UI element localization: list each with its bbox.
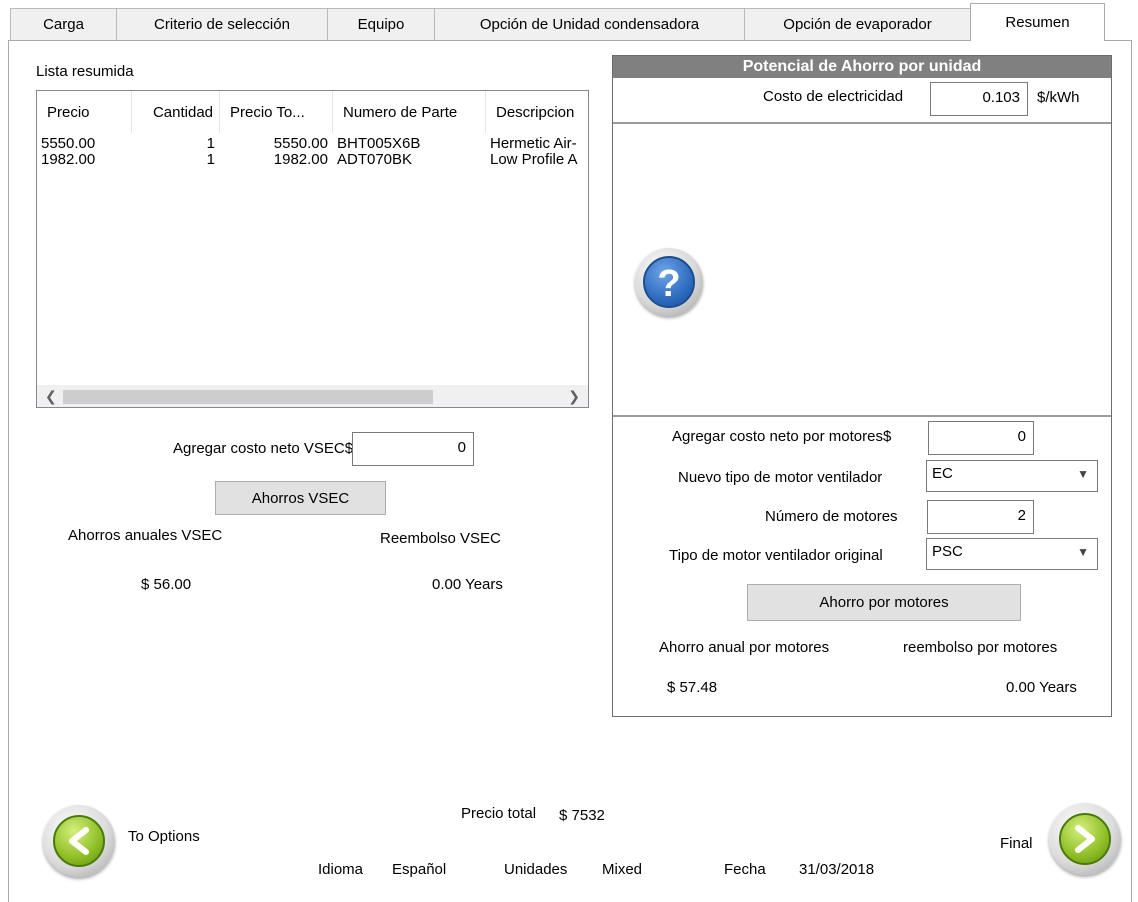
cell-cantidad: 1 — [206, 152, 215, 168]
next-button-face — [1059, 813, 1111, 865]
tab-equipo[interactable]: Equipo — [327, 8, 435, 40]
cell-precio-total: 5550.00 — [273, 136, 328, 152]
new-motor-type-select[interactable]: EC ▼ — [926, 460, 1098, 492]
table-row[interactable]: 5550.00 1 5550.00 BHT005X6B Hermetic Air… — [37, 136, 588, 152]
next-button-label[interactable]: Final — [1000, 835, 1033, 852]
divider — [613, 122, 1111, 124]
vsec-annual-savings-label: Ahorros anuales VSEC — [68, 527, 223, 544]
cell-precio-total: 1982.00 — [273, 152, 328, 168]
total-price-value: $ 7532 — [559, 807, 605, 824]
language-value: Español — [392, 861, 447, 878]
help-question-icon[interactable]: ? — [635, 248, 703, 316]
list-header: Precio Cantidad Precio To... Numero de P… — [37, 91, 588, 133]
column-header-cantidad[interactable]: Cantidad — [132, 91, 220, 133]
cell-precio: 1982.00 — [41, 152, 96, 168]
units-label: Unidades — [504, 861, 568, 878]
electricity-unit-label: $/kWh — [1037, 89, 1080, 106]
arrow-left-icon — [69, 827, 89, 855]
tab-strip: Carga Criterio de selección Equipo Opció… — [0, 0, 1138, 42]
motor-payback-label: reembolso por motores — [903, 639, 1058, 656]
original-motor-type-value: PSC — [932, 543, 963, 560]
cell-descripcion: Low Profile A — [490, 152, 578, 168]
new-motor-type-label: Nuevo tipo de motor ventilador — [678, 469, 883, 486]
vsec-net-cost-input[interactable]: 0 — [352, 432, 474, 466]
vsec-payback-value: 0.00 Years — [432, 576, 503, 593]
scrollbar-thumb[interactable] — [63, 390, 433, 404]
cell-cantidad: 1 — [206, 136, 215, 152]
motor-count-label: Número de motores — [765, 508, 898, 525]
tab-evaporador[interactable]: Opción de evaporador — [744, 8, 971, 40]
date-label: Fecha — [724, 861, 766, 878]
vsec-annual-savings-value: $ 56.00 — [141, 576, 192, 593]
vsec-savings-button[interactable]: Ahorros VSEC — [215, 481, 386, 515]
cell-descripcion: Hermetic Air- — [490, 136, 577, 152]
arrow-right-icon — [1075, 825, 1095, 853]
column-header-precio[interactable]: Precio — [37, 91, 132, 133]
units-value: Mixed — [602, 861, 643, 878]
savings-potential-title: Potencial de Ahorro por unidad — [613, 56, 1111, 78]
motor-net-cost-label: Agregar costo neto por motores$ — [672, 428, 892, 445]
electricity-cost-input[interactable]: 0.103 — [930, 82, 1028, 116]
chevron-down-icon[interactable]: ▼ — [1077, 467, 1089, 481]
cell-numero-parte: ADT070BK — [337, 152, 413, 168]
date-value: 31/03/2018 — [799, 861, 875, 878]
arrow-left-circle-icon[interactable] — [43, 805, 115, 877]
back-button-label[interactable]: To Options — [128, 828, 200, 845]
motor-savings-button[interactable]: Ahorro por motores — [747, 584, 1021, 621]
chevron-down-icon[interactable]: ▼ — [1077, 545, 1089, 559]
new-motor-type-value: EC — [932, 465, 953, 482]
motor-annual-savings-label: Ahorro anual por motores — [659, 639, 830, 656]
column-header-numero-parte[interactable]: Numero de Parte — [333, 91, 486, 133]
vsec-payback-label: Reembolso VSEC — [380, 530, 501, 547]
motor-payback-value: 0.00 Years — [1006, 679, 1077, 696]
tab-unidad-condensadora[interactable]: Opción de Unidad condensadora — [434, 8, 745, 40]
column-header-precio-total[interactable]: Precio To... — [220, 91, 333, 133]
arrow-right-circle-icon[interactable] — [1049, 803, 1121, 875]
table-row[interactable]: 1982.00 1 1982.00 ADT070BK Low Profile A — [37, 152, 588, 168]
electricity-cost-label: Costo de electricidad — [763, 88, 904, 105]
column-header-descripcion[interactable]: Descripcion — [486, 91, 588, 133]
original-motor-type-label: Tipo de motor ventilador original — [669, 547, 883, 564]
motor-count-input[interactable]: 2 — [927, 500, 1034, 534]
summary-list[interactable]: Precio Cantidad Precio To... Numero de P… — [36, 90, 589, 408]
language-label: Idioma — [318, 861, 364, 878]
horizontal-scrollbar[interactable]: ❮ ❯ — [37, 385, 588, 407]
cell-precio: 5550.00 — [41, 136, 96, 152]
tab-carga[interactable]: Carga — [10, 8, 117, 40]
original-motor-type-select[interactable]: PSC ▼ — [926, 538, 1098, 570]
back-button-face — [53, 815, 105, 867]
tab-criterio-seleccion[interactable]: Criterio de selección — [116, 8, 328, 40]
motor-annual-savings-value: $ 57.48 — [667, 679, 718, 696]
total-price-label: Precio total — [461, 805, 537, 822]
help-question-glyph: ? — [643, 256, 695, 308]
cell-numero-parte: BHT005X6B — [337, 136, 421, 152]
chevron-right-icon[interactable]: ❯ — [568, 388, 580, 405]
chevron-left-icon[interactable]: ❮ — [45, 388, 57, 405]
vsec-net-cost-label: Agregar costo neto VSEC$ — [173, 440, 354, 457]
tab-resumen[interactable]: Resumen — [970, 3, 1105, 41]
summary-list-label: Lista resumida — [36, 63, 134, 80]
divider — [613, 415, 1111, 417]
motor-net-cost-input[interactable]: 0 — [928, 421, 1034, 455]
